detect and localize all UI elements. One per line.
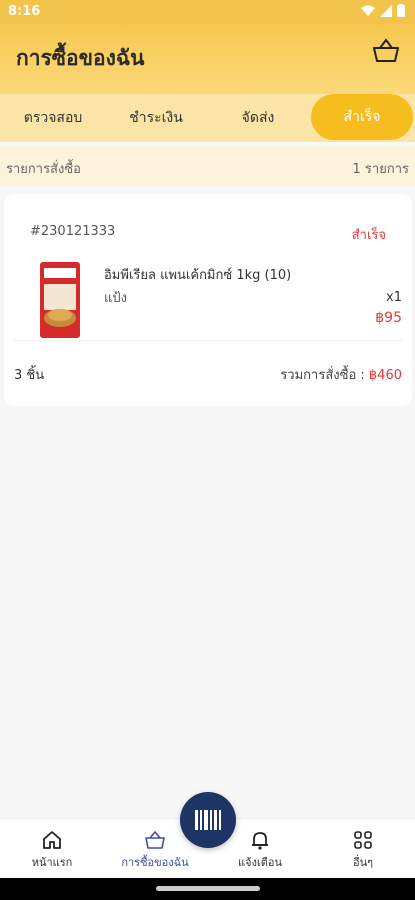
grid-icon — [354, 831, 372, 849]
basket-icon — [373, 38, 399, 62]
product-price: ฿95 — [375, 310, 402, 326]
nav-notifications[interactable]: แจ้งเตือน — [220, 829, 300, 871]
nav-others-label: อื่นๆ — [352, 856, 374, 869]
product-quantity: x1 — [386, 290, 402, 305]
bell-icon — [252, 832, 268, 850]
tab-review[interactable]: ตรวจสอบ — [0, 94, 106, 142]
status-time: 8:16 — [8, 4, 41, 19]
order-status: สำเร็จ — [351, 228, 386, 243]
barcode-icon — [195, 810, 221, 830]
divider — [14, 340, 402, 341]
nav-home-label: หน้าแรก — [31, 856, 73, 869]
product-name: อิมพีเรียล แพนเค้กมิกซ์ 1kg (10) — [104, 268, 292, 283]
order-number: #230121333 — [30, 224, 116, 239]
nav-purchases[interactable]: การซื้อของฉัน — [115, 829, 195, 871]
order-total: รวมการสั่งซื้อ : ฿460 — [280, 364, 402, 385]
nav-others[interactable]: อื่นๆ — [323, 829, 403, 871]
nav-home[interactable]: หน้าแรก — [12, 829, 92, 871]
item-pieces: 3 ชิ้น — [14, 368, 45, 383]
order-card[interactable]: #230121333 สำเร็จ อิมพีเรียล แพนเค้กมิกซ… — [4, 194, 412, 406]
page-title: การซื้อของฉัน — [16, 46, 145, 70]
tab-shipping[interactable]: จัดส่ง — [206, 94, 310, 142]
home-indicator[interactable] — [156, 886, 260, 891]
nav-notifications-label: แจ้งเตือน — [238, 856, 282, 869]
order-list-label: รายการสั่งซื้อ — [6, 162, 81, 177]
order-count: 1 รายการ — [352, 162, 409, 177]
cart-button[interactable] — [371, 36, 401, 66]
product-category: แป้ง — [104, 291, 127, 306]
order-total-amount: ฿460 — [368, 368, 402, 383]
product-image — [40, 262, 80, 338]
battery-icon — [397, 4, 405, 17]
order-total-label: รวมการสั่งซื้อ : — [280, 368, 365, 383]
order-summary-bar: รายการสั่งซื้อ 1 รายการ — [0, 146, 415, 186]
scan-button[interactable] — [180, 792, 236, 848]
nav-purchases-label: การซื้อของฉัน — [121, 856, 189, 869]
home-icon — [43, 831, 61, 849]
status-icons — [361, 4, 405, 17]
app-header: การซื้อของฉัน — [0, 24, 415, 94]
status-bar: 8:16 — [0, 0, 415, 24]
basket-icon — [145, 830, 165, 849]
wifi-icon — [361, 5, 375, 16]
tab-payment[interactable]: ชำระเงิน — [106, 94, 206, 142]
tab-completed[interactable]: สำเร็จ — [311, 94, 413, 140]
signal-icon — [380, 4, 392, 17]
order-tabs: ตรวจสอบ ชำระเงิน จัดส่ง สำเร็จ — [0, 94, 415, 142]
